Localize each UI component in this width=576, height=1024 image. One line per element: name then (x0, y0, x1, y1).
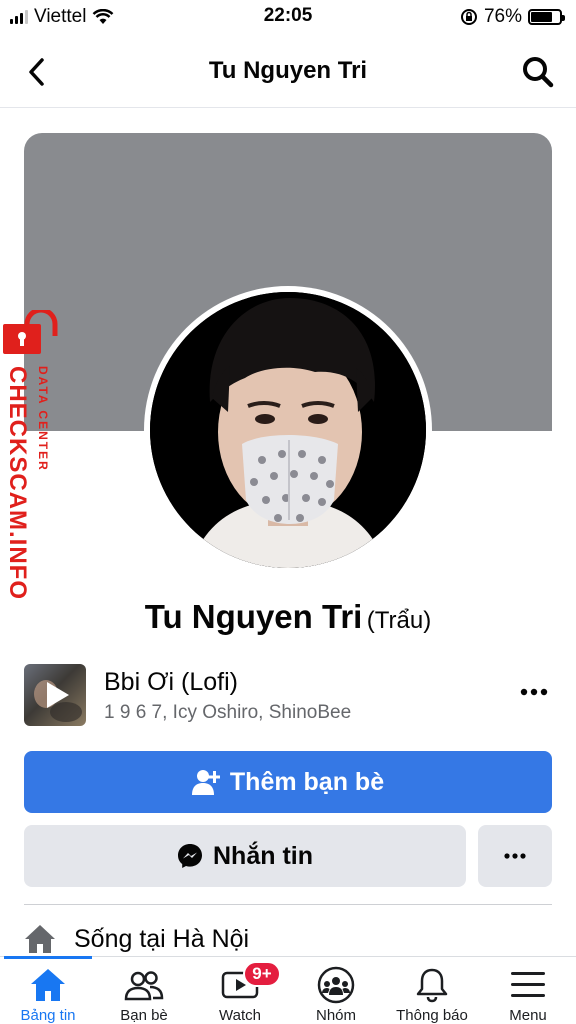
tab-watch[interactable]: 9+ Watch (192, 957, 288, 1024)
tab-label: Menu (509, 1007, 547, 1024)
add-friend-button[interactable]: Thêm bạn bè (24, 751, 552, 813)
tab-label: Thông báo (396, 1007, 468, 1024)
message-label: Nhắn tin (213, 841, 313, 870)
tab-label: Nhóm (315, 1007, 356, 1024)
profile-name-main: Tu Nguyen Tri (144, 598, 363, 635)
watermark-logo: CHECKSCAM.INFO DATA CENTER (3, 307, 61, 600)
bottom-tab-bar: Bảng tin Bạn bè 9+ Watch Nhóm Thông báo … (0, 956, 576, 1024)
groups-icon (317, 966, 355, 1004)
intro-lives-in: Sống tại Hà Nội (24, 922, 552, 956)
play-icon (34, 680, 82, 722)
avatar-illustration (150, 292, 426, 568)
add-friend-icon (191, 770, 220, 795)
profile-avatar[interactable] (150, 292, 426, 568)
tab-label: Watch (219, 1007, 261, 1024)
lives-in-text: Sống tại Hà Nội (74, 924, 250, 953)
battery-percent: 76% (483, 6, 522, 27)
tab-groups[interactable]: Nhóm (288, 957, 384, 1024)
message-button[interactable]: Nhắn tin (24, 825, 466, 887)
home-icon (31, 969, 65, 1001)
tab-label: Bảng tin (20, 1007, 76, 1024)
profile-music[interactable]: Bbi Ơi (Lofi) 1 9 6 7, Icy Oshiro, Shino… (24, 664, 552, 726)
home-location-icon (25, 925, 55, 953)
status-right: 76% (460, 6, 565, 28)
messenger-icon (178, 844, 202, 868)
bell-icon (416, 968, 448, 1003)
more-options-icon[interactable] (520, 686, 548, 698)
divider (24, 904, 552, 905)
search-icon[interactable] (520, 54, 556, 90)
ellipsis-icon (504, 853, 526, 859)
tab-notifications[interactable]: Thông báo (384, 957, 480, 1024)
hamburger-menu-icon (511, 972, 545, 997)
tab-label: Bạn bè (120, 1007, 168, 1024)
friends-icon (124, 971, 164, 1001)
song-artists: 1 9 6 7, Icy Oshiro, ShinoBee (104, 702, 352, 723)
page-title: Tu Nguyen Tri (208, 57, 368, 84)
battery-icon (528, 9, 565, 25)
add-friend-label: Thêm bạn bè (229, 767, 385, 796)
top-navigation: Tu Nguyen Tri (0, 36, 576, 108)
tab-menu[interactable]: Menu (480, 957, 576, 1024)
song-title: Bbi Ơi (Lofi) (104, 668, 238, 696)
battery-level (531, 12, 553, 22)
status-bar: Viettel 22:05 76% (0, 0, 576, 34)
music-thumbnail[interactable] (24, 664, 86, 726)
profile-alternate-name: (Trẩu) (366, 607, 432, 634)
watch-notification-badge: 9+ (243, 961, 281, 987)
rotation-lock-icon (460, 9, 477, 25)
watermark-tagline: DATA CENTER (36, 366, 50, 472)
more-actions-button[interactable] (478, 825, 552, 887)
tab-friends[interactable]: Bạn bè (96, 957, 192, 1024)
tab-news-feed[interactable]: Bảng tin (0, 956, 96, 1024)
watermark-brand: CHECKSCAM.INFO (4, 366, 31, 600)
profile-name: Tu Nguyen Tri (Trẩu) (0, 598, 576, 636)
